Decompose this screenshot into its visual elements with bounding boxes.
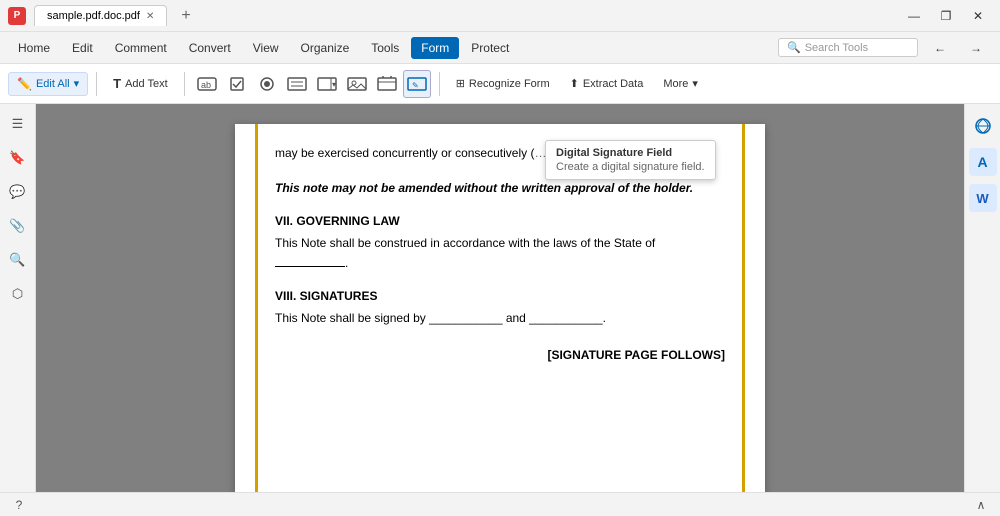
right-sidebar-word-icon[interactable]: W xyxy=(969,184,997,212)
image-field-button[interactable] xyxy=(343,70,371,98)
titlebar: P sample.pdf.doc.pdf ✕ + — ❐ ✕ xyxy=(0,0,1000,32)
nav-forward-button[interactable]: → xyxy=(960,37,992,59)
menu-organize[interactable]: Organize xyxy=(291,37,360,59)
search-placeholder: Search Tools xyxy=(805,42,868,54)
sidebar-nav-icon[interactable]: ☰ xyxy=(4,110,32,138)
nav-back-button[interactable]: ← xyxy=(924,37,956,59)
list-field-button[interactable] xyxy=(283,70,311,98)
right-sidebar-ai-icon[interactable]: A xyxy=(969,148,997,176)
pdf-section7-text: This Note shall be construed in accordan… xyxy=(275,234,725,272)
extract-data-button[interactable]: ⬆ Extract Data xyxy=(562,73,652,94)
tooltip-title: Digital Signature Field xyxy=(556,147,705,159)
tab-active[interactable]: sample.pdf.doc.pdf ✕ xyxy=(34,5,167,26)
search-tools-input[interactable]: 🔍 Search Tools xyxy=(778,38,918,57)
tooltip-container: Digital Signature Field Create a digital… xyxy=(545,140,716,180)
menu-view[interactable]: View xyxy=(243,37,289,59)
svg-text:✎: ✎ xyxy=(412,81,419,90)
nav-sidebar: ☰ 🔖 💬 📎 🔍 ⬡ xyxy=(0,104,36,492)
toolbar: ✏️ Edit All ▾ T Add Text ab ▾ ✎ xyxy=(0,64,1000,104)
sidebar-attachment-icon[interactable]: 📎 xyxy=(4,212,32,240)
add-text-label: Add Text xyxy=(125,78,168,90)
menu-home[interactable]: Home xyxy=(8,37,60,59)
minimize-button[interactable]: — xyxy=(900,6,928,26)
search-icon: 🔍 xyxy=(787,41,801,54)
digital-signature-tooltip: Digital Signature Field Create a digital… xyxy=(545,140,716,180)
recognize-form-button[interactable]: ⊞ Recognize Form xyxy=(448,73,558,94)
radio-button[interactable] xyxy=(253,70,281,98)
pdf-section8-text: This Note shall be signed by ___________… xyxy=(275,309,725,328)
checkbox-button[interactable] xyxy=(223,70,251,98)
help-button[interactable]: ? xyxy=(8,494,30,516)
more-button[interactable]: More ▾ xyxy=(655,73,706,94)
menu-form[interactable]: Form xyxy=(411,37,459,59)
tooltip-description: Create a digital signature field. xyxy=(556,161,705,173)
edit-dropdown-icon: ▾ xyxy=(74,77,80,90)
pdf-signature-line: [SIGNATURE PAGE FOLLOWS] xyxy=(275,348,725,362)
separator-2 xyxy=(184,72,185,96)
extract-icon: ⬆ xyxy=(570,77,579,90)
separator-1 xyxy=(96,72,97,96)
menu-tools[interactable]: Tools xyxy=(361,37,409,59)
text-icon: T xyxy=(113,76,121,91)
sidebar-comment-icon[interactable]: 💬 xyxy=(4,178,32,206)
edit-all-label: Edit All xyxy=(36,78,70,90)
add-text-button[interactable]: T Add Text xyxy=(105,72,176,95)
sidebar-layers-icon[interactable]: ⬡ xyxy=(4,280,32,308)
tab-close-icon[interactable]: ✕ xyxy=(146,11,154,22)
bottombar: ? ∧ xyxy=(0,492,1000,516)
recognize-icon: ⊞ xyxy=(456,77,465,90)
right-sidebar-connect-icon[interactable] xyxy=(969,112,997,140)
pdf-page: may be exercised concurrently or consecu… xyxy=(235,124,765,492)
edit-all-button[interactable]: ✏️ Edit All ▾ xyxy=(8,72,88,96)
pdf-left-border xyxy=(255,124,258,492)
main-area: ☰ 🔖 💬 📎 🔍 ⬡ may be exercised concurrentl… xyxy=(0,104,1000,492)
pdf-section7-title: VII. GOVERNING LAW xyxy=(275,214,725,228)
new-tab-button[interactable]: + xyxy=(175,7,196,25)
menu-edit[interactable]: Edit xyxy=(62,37,103,59)
pdf-bold-italic-text: This note may not be amended without the… xyxy=(275,179,725,198)
dropdown-button[interactable]: ▾ xyxy=(313,70,341,98)
menu-protect[interactable]: Protect xyxy=(461,37,519,59)
edit-icon: ✏️ xyxy=(17,77,32,91)
close-button[interactable]: ✕ xyxy=(964,6,992,26)
right-sidebar: A W xyxy=(964,104,1000,492)
menu-comment[interactable]: Comment xyxy=(105,37,177,59)
scroll-up-button[interactable]: ∧ xyxy=(970,494,992,516)
sidebar-search-icon[interactable]: 🔍 xyxy=(4,246,32,274)
separator-3 xyxy=(439,72,440,96)
text-field-button[interactable]: ab xyxy=(193,70,221,98)
tab-title: sample.pdf.doc.pdf xyxy=(47,10,140,22)
extract-data-label: Extract Data xyxy=(583,78,644,90)
pdf-section8-title: VIII. SIGNATURES xyxy=(275,289,725,303)
svg-text:▾: ▾ xyxy=(332,80,336,89)
pdf-right-border xyxy=(742,124,745,492)
recognize-form-label: Recognize Form xyxy=(469,78,550,90)
window-controls: — ❐ ✕ xyxy=(900,6,992,26)
form-fields-group: ab ▾ ✎ xyxy=(193,70,431,98)
more-label: More xyxy=(663,78,688,90)
maximize-button[interactable]: ❐ xyxy=(932,6,960,26)
more-dropdown-icon: ▾ xyxy=(692,77,698,90)
svg-text:ab: ab xyxy=(201,80,211,90)
sidebar-bookmark-icon[interactable]: 🔖 xyxy=(4,144,32,172)
app-icon: P xyxy=(8,7,26,25)
menu-convert[interactable]: Convert xyxy=(179,37,241,59)
pdf-blank-state xyxy=(275,266,345,267)
signature-field-button[interactable]: ✎ xyxy=(403,70,431,98)
menubar: Home Edit Comment Convert View Organize … xyxy=(0,32,1000,64)
pdf-content-area: may be exercised concurrently or consecu… xyxy=(36,104,964,492)
date-field-button[interactable] xyxy=(373,70,401,98)
